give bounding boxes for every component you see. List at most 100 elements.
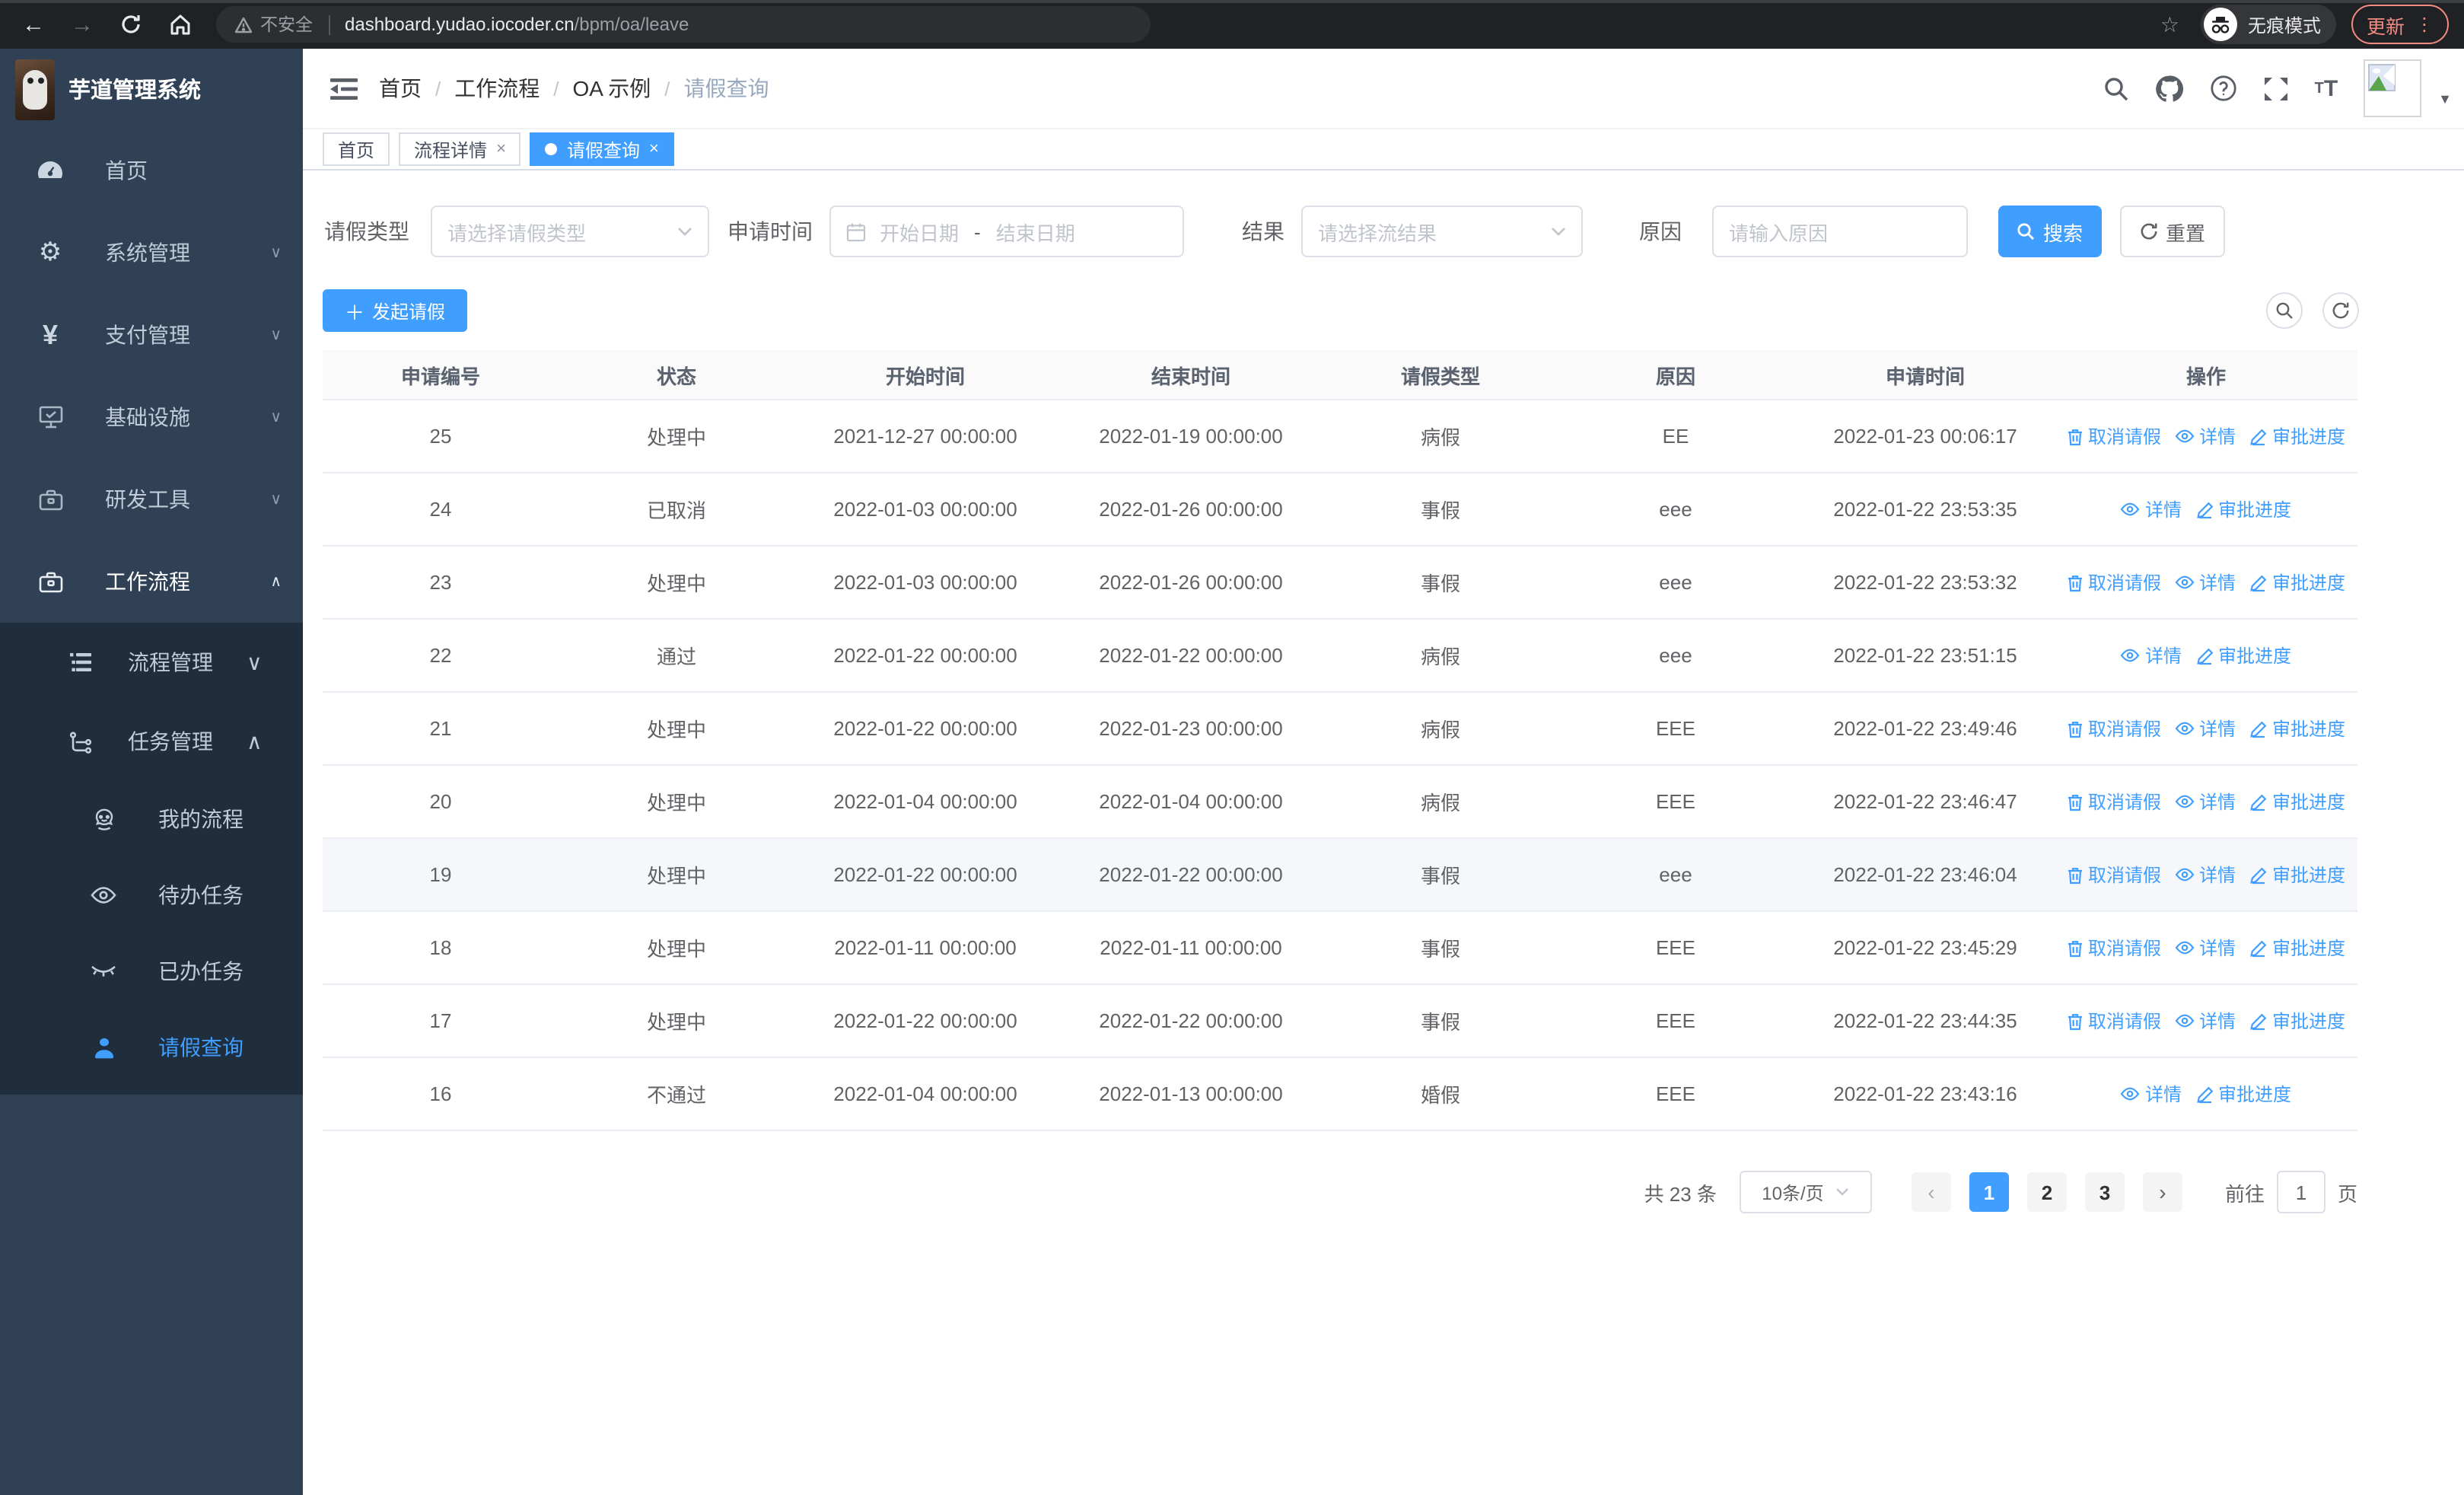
sidebar-item-payment[interactable]: ¥ 支付管理 ∨ <box>0 294 303 376</box>
page-button-3[interactable]: 3 <box>2084 1172 2125 1212</box>
tab-label: 请假查询 <box>566 139 640 161</box>
breadcrumb-item[interactable]: 工作流程 <box>454 73 540 104</box>
leave-type-select[interactable]: 请选择请假类型 <box>431 206 709 257</box>
bookmark-star-icon[interactable]: ☆ <box>2160 11 2179 37</box>
sidebar-item-infra[interactable]: 基础设施 ∨ <box>0 376 303 458</box>
cancel-leave-link[interactable]: 取消请假 <box>2067 716 2161 741</box>
detail-link[interactable]: 详情 <box>2121 496 2182 522</box>
help-icon[interactable] <box>2210 75 2237 102</box>
sidebar-item-my-process[interactable]: 我的流程 <box>0 781 303 857</box>
user-icon <box>90 1036 117 1059</box>
tab-leave-query[interactable]: 请假查询 × <box>530 132 674 166</box>
browser-menu-icon[interactable]: ⋮ <box>2415 15 2434 33</box>
sidebar-collapse-icon[interactable] <box>303 77 379 100</box>
address-bar[interactable]: 不安全 dashboard.yudao.iocoder.cn/bpm/oa/le… <box>216 6 1151 43</box>
font-size-icon[interactable]: TT <box>2315 75 2338 101</box>
sidebar-item-done-tasks[interactable]: 已办任务 <box>0 933 303 1009</box>
chevron-down-icon <box>1551 227 1566 236</box>
github-icon[interactable] <box>2155 75 2184 102</box>
prev-page-button[interactable]: ‹ <box>1911 1172 1951 1212</box>
sidebar-item-process-mgmt[interactable]: 流程管理 ∨ <box>0 623 303 702</box>
tab-label: 流程详情 <box>414 139 488 161</box>
detail-link[interactable]: 详情 <box>2175 1008 2236 1034</box>
cancel-leave-link[interactable]: 取消请假 <box>2067 569 2161 595</box>
cancel-leave-link[interactable]: 取消请假 <box>2067 1008 2161 1034</box>
address-divider <box>328 14 329 34</box>
detail-link[interactable]: 详情 <box>2175 789 2236 814</box>
result-select[interactable]: 请选择流结果 <box>1301 206 1583 257</box>
browser-home-icon[interactable] <box>161 6 198 43</box>
detail-link[interactable]: 详情 <box>2175 862 2236 888</box>
sidebar-item-todo-tasks[interactable]: 待办任务 <box>0 857 303 933</box>
browser-update-button[interactable]: 更新 ⋮ <box>2351 5 2449 44</box>
detail-link[interactable]: 详情 <box>2175 935 2236 961</box>
chevron-down-icon: ∨ <box>270 409 282 426</box>
close-icon[interactable]: × <box>496 140 506 158</box>
cancel-leave-link[interactable]: 取消请假 <box>2067 862 2161 888</box>
refresh-table-icon[interactable] <box>2322 292 2359 329</box>
page-size-select[interactable]: 10条/页 <box>1739 1171 1872 1213</box>
progress-link[interactable]: 审批进度 <box>2249 935 2345 961</box>
eye-open-icon <box>90 886 117 904</box>
next-page-button[interactable]: › <box>2142 1172 2182 1212</box>
reset-button[interactable]: 重置 <box>2120 206 2225 257</box>
hide-search-icon[interactable] <box>2266 292 2303 329</box>
cell-end: 2022-01-22 00:00:00 <box>1099 1009 1283 1032</box>
cell-end: 2022-01-26 00:00:00 <box>1099 571 1283 594</box>
progress-link[interactable]: 审批进度 <box>2249 1008 2345 1034</box>
breadcrumb-separator: / <box>664 77 670 100</box>
page-button-2[interactable]: 2 <box>2026 1172 2067 1212</box>
avatar-caret-icon[interactable]: ▼ <box>2438 91 2452 107</box>
browser-back-icon[interactable]: ← <box>15 6 52 43</box>
progress-link[interactable]: 审批进度 <box>2195 642 2291 668</box>
cell-applied: 2022-01-22 23:51:15 <box>1833 644 2017 667</box>
breadcrumb-item[interactable]: OA 示例 <box>573 73 651 104</box>
detail-link[interactable]: 详情 <box>2121 642 2182 668</box>
progress-link[interactable]: 审批进度 <box>2249 789 2345 814</box>
goto-page-input[interactable]: 1 <box>2276 1171 2326 1213</box>
select-placeholder: 请选择请假类型 <box>447 222 587 244</box>
sidebar-item-leave-query[interactable]: 请假查询 <box>0 1009 303 1085</box>
security-chip[interactable]: 不安全 <box>234 12 313 37</box>
progress-link[interactable]: 审批进度 <box>2249 862 2345 888</box>
search-icon[interactable] <box>2103 75 2129 101</box>
sidebar-item-label: 支付管理 <box>105 323 190 347</box>
cancel-leave-link[interactable]: 取消请假 <box>2067 789 2161 814</box>
progress-link[interactable]: 审批进度 <box>2249 716 2345 741</box>
breadcrumb-separator: / <box>553 77 559 100</box>
cancel-leave-link[interactable]: 取消请假 <box>2067 423 2161 449</box>
progress-link[interactable]: 审批进度 <box>2249 569 2345 595</box>
sidebar-item-system[interactable]: ⚙ 系统管理 ∨ <box>0 212 303 294</box>
breadcrumb-item[interactable]: 首页 <box>379 73 422 104</box>
cell-start: 2022-01-03 00:00:00 <box>833 571 1017 594</box>
search-button[interactable]: 搜索 <box>1998 206 2102 257</box>
fullscreen-icon[interactable] <box>2263 75 2289 101</box>
avatar[interactable] <box>2364 59 2422 117</box>
browser-forward-icon[interactable]: → <box>64 6 100 43</box>
tab-home[interactable]: 首页 <box>323 132 390 166</box>
create-leave-button[interactable]: ＋ 发起请假 <box>323 289 467 332</box>
cell-end: 2022-01-19 00:00:00 <box>1099 425 1283 448</box>
progress-link[interactable]: 审批进度 <box>2249 423 2345 449</box>
progress-link[interactable]: 审批进度 <box>2195 496 2291 522</box>
detail-link[interactable]: 详情 <box>2121 1081 2182 1107</box>
eye-icon <box>2121 649 2141 662</box>
tab-process-detail[interactable]: 流程详情 × <box>399 132 521 166</box>
page-button-1[interactable]: 1 <box>1969 1172 2009 1212</box>
sidebar-item-devtools[interactable]: 研发工具 ∨ <box>0 458 303 540</box>
sidebar-item-task-mgmt[interactable]: 任务管理 ∧ <box>0 702 303 781</box>
toolbox-icon <box>35 488 65 511</box>
app-logo[interactable]: 芋道管理系统 <box>0 49 303 129</box>
sidebar-item-home[interactable]: 首页 <box>0 129 303 212</box>
progress-link[interactable]: 审批进度 <box>2195 1081 2291 1107</box>
close-icon[interactable]: × <box>649 140 659 158</box>
detail-link[interactable]: 详情 <box>2175 569 2236 595</box>
detail-link[interactable]: 详情 <box>2175 716 2236 741</box>
browser-reload-icon[interactable] <box>113 6 149 43</box>
cancel-leave-link[interactable]: 取消请假 <box>2067 935 2161 961</box>
date-range-input[interactable]: 开始日期 - 结束日期 <box>829 206 1184 257</box>
reason-input[interactable]: 请输入原因 <box>1712 206 1968 257</box>
sidebar-item-workflow[interactable]: 工作流程 ∧ <box>0 540 303 623</box>
detail-link[interactable]: 详情 <box>2175 423 2236 449</box>
eye-icon <box>2175 722 2195 735</box>
